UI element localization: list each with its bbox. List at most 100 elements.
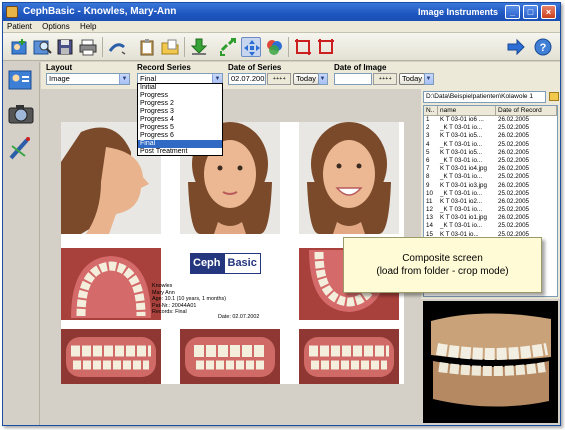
file-number: 14	[426, 222, 433, 230]
dropdown-option[interactable]: Initial	[138, 84, 222, 92]
new-patient-icon[interactable]	[9, 37, 29, 57]
file-row[interactable]: 11 K T 03-01 io2... 26.02.2005	[424, 198, 557, 206]
dropdown-option[interactable]: Progress 4	[138, 116, 222, 124]
file-row[interactable]: 1 K T 03-01 io6 ... 26.02.2005	[424, 116, 557, 124]
clipboard-icon[interactable]	[137, 37, 157, 57]
chevron-down-icon[interactable]: ▼	[425, 74, 433, 84]
file-name: K T 03-01 io3.jpg	[440, 181, 487, 189]
file-date: 26.02.2005	[498, 214, 529, 222]
download-icon[interactable]	[189, 37, 209, 57]
file-number: 12	[426, 206, 433, 214]
dropdown-option[interactable]: Progress	[138, 92, 222, 100]
title-bar[interactable]: CephBasic - Knowles, Mary-Ann Image Inst…	[3, 3, 560, 21]
file-row[interactable]: 4 _K T 03-01 io... 25.02.2005	[424, 141, 557, 149]
chevron-down-icon[interactable]: ▼	[319, 74, 327, 84]
date-series-field[interactable]: 02.07.2002	[228, 73, 266, 85]
layout-select[interactable]: Image ▼	[46, 73, 130, 85]
column-header-date[interactable]: Date of Record	[496, 106, 557, 115]
patient-card-icon[interactable]	[7, 66, 35, 94]
dropdown-option[interactable]: Progress 5	[138, 124, 222, 132]
toolbar: ?	[3, 33, 560, 61]
arrow-right-icon[interactable]	[506, 37, 526, 57]
file-number: 2	[426, 124, 430, 132]
move-icon[interactable]	[241, 37, 261, 57]
date-image-spinner[interactable]: + + + +	[373, 73, 397, 85]
file-row[interactable]: 14 _K T 03-01 io... 25.02.2005	[424, 222, 557, 230]
file-name: K T 03-01 io4.jpg	[440, 165, 487, 173]
folder-open-icon[interactable]	[160, 37, 180, 57]
file-list-header: N.. name Date of Record	[424, 106, 557, 116]
record-series-dropdown-list[interactable]: Initial Progress Progress 2 Progress 3 P…	[137, 83, 223, 156]
file-date: 26.02.2005	[498, 132, 529, 140]
file-row[interactable]: 12 _K T 03-01 io... 25.02.2005	[424, 206, 557, 214]
crop-icon[interactable]	[293, 37, 313, 57]
file-date: 25.02.2005	[498, 140, 529, 148]
file-row[interactable]: 13 K T 03-01 io1.jpg 26.02.2005	[424, 214, 557, 222]
file-row[interactable]: 5 K T 03-01 io5... 26.02.2005	[424, 149, 557, 157]
file-row[interactable]: 6 _K T 03-01 io... 25.02.2005	[424, 157, 557, 165]
left-buccal-photo[interactable]	[299, 329, 399, 384]
menu-help[interactable]: Help	[76, 21, 100, 32]
file-row[interactable]: 9 K T 03-01 io3.jpg 26.02.2005	[424, 182, 557, 190]
menu-options[interactable]: Options	[38, 21, 74, 32]
svg-text:?: ?	[540, 42, 547, 54]
file-name: K T 03-01 io2...	[440, 197, 483, 205]
dropdown-option[interactable]: Progress 3	[138, 108, 222, 116]
file-row[interactable]: 10 _K T 03-01 io... 25.02.2005	[424, 190, 557, 198]
date-series-today-button[interactable]: Today	[293, 73, 320, 85]
file-number: 5	[426, 148, 430, 156]
file-row[interactable]: 7 K T 03-01 io4.jpg 26.02.2005	[424, 165, 557, 173]
maximize-button[interactable]: □	[523, 5, 538, 19]
image-preview[interactable]	[423, 301, 558, 423]
upper-occlusal-photo[interactable]	[61, 248, 161, 320]
file-name: _K T 03-01 io...	[440, 156, 483, 164]
file-row[interactable]: 8 _K T 03-01 io... 25.02.2005	[424, 173, 557, 181]
date-series-dropdown[interactable]: ▼	[318, 73, 328, 85]
file-number: 4	[426, 140, 430, 148]
dropdown-option[interactable]: Progress 6	[138, 132, 222, 140]
file-row[interactable]: 2 _K T 03-01 io... 25.02.2005	[424, 124, 557, 132]
file-date: 26.02.2005	[498, 197, 529, 205]
measure-icon[interactable]	[7, 134, 35, 162]
dropdown-option[interactable]: Progress 2	[138, 100, 222, 108]
search-patient-icon[interactable]	[32, 37, 52, 57]
minimize-button[interactable]: _	[505, 5, 520, 19]
app-icon	[6, 6, 18, 18]
swap-icon[interactable]	[218, 37, 238, 57]
file-row[interactable]: 3 K T 03-01 io5... 26.02.2005	[424, 132, 557, 140]
dropdown-option-selected[interactable]: Final	[138, 140, 222, 148]
window-subtitle: Image Instruments	[417, 7, 498, 17]
chevron-down-icon[interactable]: ▼	[119, 74, 129, 84]
layout-value: Image	[49, 74, 70, 83]
save-icon[interactable]	[55, 37, 75, 57]
column-header-number[interactable]: N..	[424, 106, 438, 115]
close-button[interactable]: ×	[541, 5, 556, 19]
dropdown-option[interactable]: Post Treatment	[138, 148, 222, 156]
folder-icon[interactable]	[549, 92, 559, 101]
file-number: 1	[426, 116, 430, 123]
smile-photo[interactable]	[299, 122, 399, 234]
file-name: _K T 03-01 io...	[440, 173, 483, 181]
file-date: 26.02.2005	[498, 181, 529, 189]
file-name: K T 03-01 io5...	[440, 132, 483, 140]
file-date: 26.02.2005	[498, 165, 529, 173]
right-buccal-photo[interactable]	[61, 329, 161, 384]
draw-icon[interactable]	[107, 37, 127, 57]
frontal-intraoral-photo[interactable]	[180, 329, 280, 384]
file-date: 26.02.2005	[498, 148, 529, 156]
file-number: 9	[426, 181, 430, 189]
patient-info-line: Age: 10.1 (10 years, 1 months)	[152, 296, 227, 303]
crop-alt-icon[interactable]	[316, 37, 336, 57]
column-header-name[interactable]: name	[438, 106, 496, 115]
color-icon[interactable]	[264, 37, 284, 57]
menu-patient[interactable]: Patient	[3, 21, 36, 32]
print-icon[interactable]	[78, 37, 98, 57]
date-image-today-button[interactable]: Today	[399, 73, 426, 85]
date-image-dropdown[interactable]: ▼	[424, 73, 434, 85]
help-icon[interactable]: ?	[533, 37, 553, 57]
camera-icon[interactable]	[7, 100, 35, 128]
date-series-spinner[interactable]: + + + +	[267, 73, 291, 85]
folder-path-input[interactable]: D:\Data\Beispielpatienten\Kolawole 1	[423, 91, 546, 103]
date-image-field[interactable]	[334, 73, 372, 85]
file-name: _K T 03-01 io...	[440, 124, 483, 132]
